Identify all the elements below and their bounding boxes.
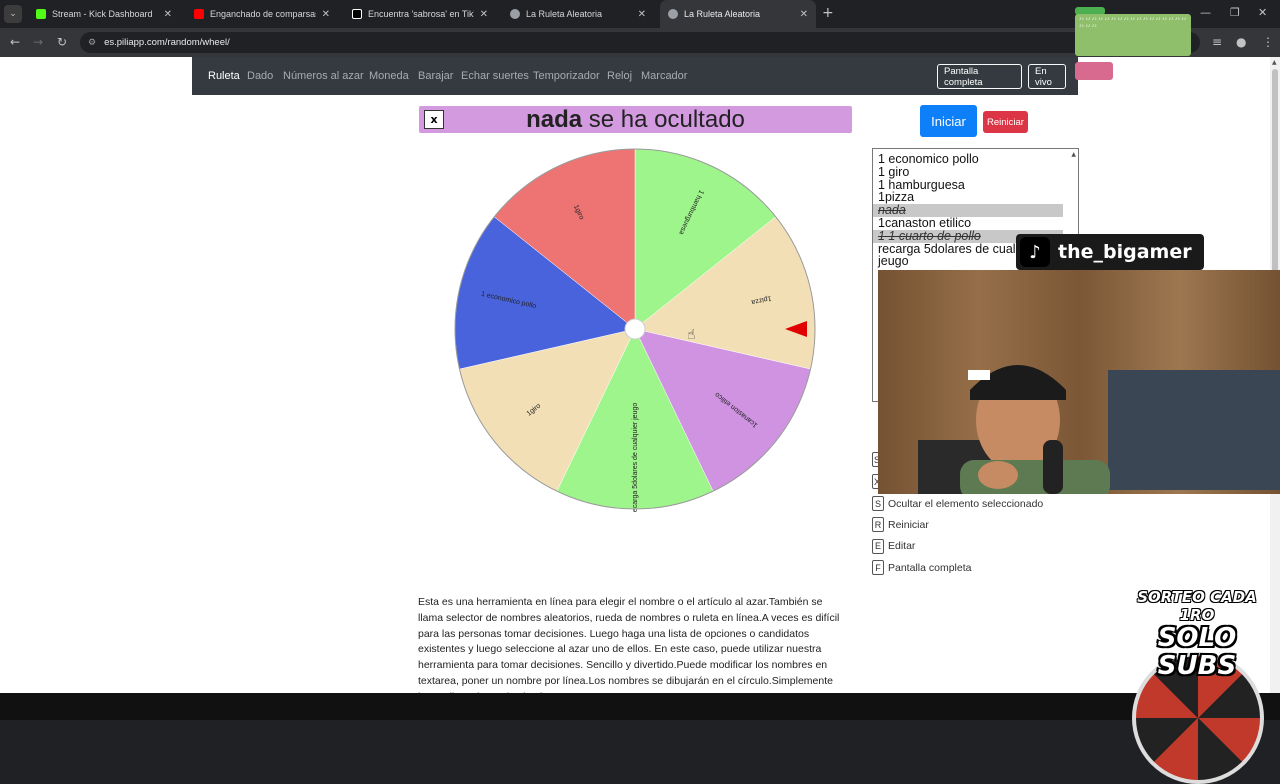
globe-icon bbox=[510, 9, 520, 19]
streamer-name: the_bigamer bbox=[1058, 241, 1192, 263]
new-tab-button[interactable]: + bbox=[822, 5, 834, 21]
key-hint: S bbox=[872, 496, 884, 512]
nav-moneda[interactable]: Moneda bbox=[369, 70, 409, 82]
site-navbar: Ruleta Dado Números al azar Moneda Baraj… bbox=[192, 57, 1078, 95]
shortcut-label: Reiniciar bbox=[888, 518, 929, 531]
minimize-icon[interactable]: — bbox=[1200, 6, 1211, 19]
tab-label: Encuentra 'sabrosa' en TikTok | bbox=[368, 9, 474, 19]
chat-overlay-small bbox=[1075, 62, 1113, 80]
banner-message: nada se ha ocultado bbox=[526, 106, 745, 134]
key-hint: E bbox=[872, 538, 884, 554]
entry-line[interactable]: 1 economico pollo bbox=[873, 153, 1063, 166]
promo-line-2: SOLO SUBS bbox=[1157, 623, 1237, 681]
tab-ruleta-1[interactable]: La Ruleta Aleatoria ✕ bbox=[502, 0, 654, 28]
nav-temporizador[interactable]: Temporizador bbox=[533, 70, 600, 82]
maximize-icon[interactable]: ❐ bbox=[1230, 6, 1240, 19]
tab-label: Stream - Kick Dashboard bbox=[52, 9, 153, 19]
media-control-icon[interactable]: ≡ bbox=[1212, 35, 1222, 49]
shortcut-edit: E Editar bbox=[872, 536, 1043, 557]
back-icon[interactable]: ← bbox=[10, 35, 20, 49]
promo-banner: SORTEO CADA 1RO SOLO SUBS bbox=[1124, 588, 1270, 680]
close-icon[interactable]: ✕ bbox=[164, 9, 172, 20]
tab-tiktok[interactable]: Encuentra 'sabrosa' en TikTok | ✕ bbox=[344, 0, 496, 28]
close-icon[interactable]: ✕ bbox=[480, 9, 488, 20]
description-text: Esta es una herramienta en línea para el… bbox=[418, 596, 840, 693]
tab-ruleta-2[interactable]: La Ruleta Aleatoria ✕ bbox=[660, 0, 816, 28]
shortcut-hide: S Ocultar el elemento seleccionado bbox=[872, 493, 1043, 514]
tab-youtube[interactable]: Enganchado de comparsas con ✕ bbox=[186, 0, 338, 28]
tab-label: La Ruleta Aleatoria bbox=[526, 9, 603, 19]
youtube-icon bbox=[194, 9, 204, 19]
fullscreen-button[interactable]: Pantalla completa bbox=[937, 64, 1022, 89]
reset-button[interactable]: Reiniciar bbox=[983, 111, 1028, 133]
wheel[interactable]: 1 hamburguesa 1pizza 1canaston etilico reca… bbox=[448, 142, 828, 514]
start-button[interactable]: Iniciar bbox=[920, 105, 977, 137]
nav-ruleta[interactable]: Ruleta bbox=[208, 70, 240, 82]
reload-icon[interactable]: ↻ bbox=[57, 35, 67, 49]
profile-icon[interactable]: ● bbox=[1236, 35, 1246, 49]
close-icon[interactable]: ✕ bbox=[800, 9, 808, 20]
tab-search-button[interactable]: ⌄ bbox=[4, 5, 22, 23]
tiktok-icon bbox=[352, 9, 362, 19]
tiktok-badge: ♪ the_bigamer bbox=[1016, 234, 1204, 270]
entry-line[interactable]: 1canaston etilico bbox=[873, 217, 1063, 230]
shortcut-fullscreen: F Pantalla completa bbox=[872, 557, 1043, 578]
chat-overlay: ♪♪ ♪♪ ♪♪ ♪♪ ♪♪ ♪♪ ♪♪ ♪♪ ♪♪ ♪♪ ♪♪ ♪♪ ♪♪ ♪… bbox=[1075, 14, 1191, 56]
globe-icon bbox=[668, 9, 678, 19]
window-close-icon[interactable]: ✕ bbox=[1258, 6, 1267, 19]
forward-icon[interactable]: → bbox=[33, 35, 43, 49]
hand-cursor-icon: ☝ bbox=[687, 327, 696, 343]
hidden-item-banner: x nada se ha ocultado bbox=[419, 106, 852, 133]
kick-icon bbox=[36, 9, 46, 19]
shortcut-label: Ocultar el elemento seleccionado bbox=[888, 497, 1044, 510]
nav-barajar[interactable]: Barajar bbox=[418, 70, 453, 82]
nav-echar-suertes[interactable]: Echar suertes bbox=[461, 70, 529, 82]
close-icon[interactable]: ✕ bbox=[322, 9, 330, 20]
shortcut-reset: R Reiniciar bbox=[872, 514, 1043, 535]
close-icon[interactable]: ✕ bbox=[638, 9, 646, 20]
scroll-up-icon[interactable]: ▲ bbox=[1071, 151, 1076, 158]
stream-bottom-bar bbox=[0, 693, 1280, 720]
shortcut-label: Editar bbox=[888, 540, 916, 553]
entry-line[interactable]: 1 giro bbox=[873, 165, 1063, 179]
shortcut-label: Pantalla completa bbox=[888, 561, 972, 574]
webcam-overlay bbox=[878, 270, 1280, 494]
nav-reloj[interactable]: Reloj bbox=[607, 70, 632, 82]
menu-icon[interactable]: ⋮ bbox=[1262, 35, 1274, 49]
address-bar[interactable]: ⚙ es.piliapp.com/random/wheel/ bbox=[80, 32, 1200, 53]
wheel-canvas[interactable]: 1 hamburguesa1pizza1canaston etilicoreca… bbox=[448, 142, 828, 514]
nav-dado[interactable]: Dado bbox=[247, 70, 273, 82]
keyboard-shortcuts: S Ocultar el elemento seleccionado R Rei… bbox=[872, 493, 1043, 578]
tab-label: La Ruleta Aleatoria bbox=[684, 9, 761, 19]
wheel-hub[interactable] bbox=[624, 318, 646, 340]
tab-kick-dashboard[interactable]: Stream - Kick Dashboard ✕ bbox=[28, 0, 180, 28]
tiktok-icon: ♪ bbox=[1020, 237, 1050, 267]
promo-line-1: SORTEO CADA 1RO bbox=[1137, 588, 1257, 624]
url-text: es.piliapp.com/random/wheel/ bbox=[104, 37, 230, 48]
wheel-segment-label: recarga 5dolares de cualquier jeugo bbox=[632, 403, 639, 512]
live-button[interactable]: En vivo bbox=[1028, 64, 1066, 89]
tab-label: Enganchado de comparsas con bbox=[210, 9, 316, 19]
webcam-feed bbox=[878, 270, 1280, 494]
banner-close-button[interactable]: x bbox=[424, 110, 444, 129]
nav-marcador[interactable]: Marcador bbox=[641, 70, 687, 82]
banner-suffix: se ha ocultado bbox=[582, 105, 745, 133]
nav-numeros[interactable]: Números al azar bbox=[283, 70, 364, 82]
key-hint: R bbox=[872, 517, 884, 533]
site-info-icon[interactable]: ⚙ bbox=[88, 38, 96, 48]
hidden-item-name: nada bbox=[526, 105, 583, 133]
scroll-up-icon[interactable]: ▲ bbox=[1272, 59, 1277, 66]
key-hint: F bbox=[872, 560, 884, 576]
